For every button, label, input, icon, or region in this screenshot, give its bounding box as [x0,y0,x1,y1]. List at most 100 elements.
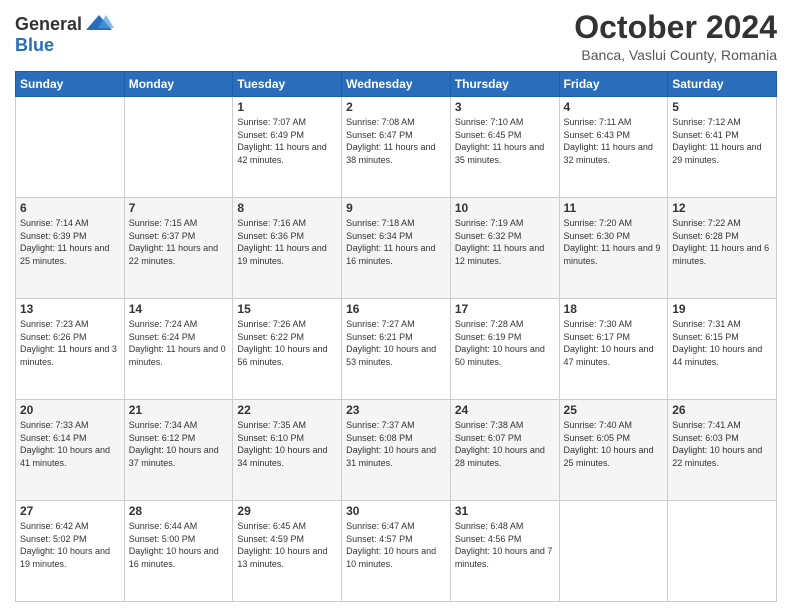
day-number: 30 [346,504,446,518]
day-number: 19 [672,302,772,316]
calendar-cell: 28Sunrise: 6:44 AMSunset: 5:00 PMDayligh… [124,501,233,602]
calendar-cell: 26 Sunrise: 7:41 AMSunset: 6:03 PMDayligh… [668,400,777,501]
calendar-cell: 2 Sunrise: 7:08 AMSunset: 6:47 PMDaylight… [342,97,451,198]
day-info: Sunrise: 7:31 AMSunset: 6:15 PMDaylight:… [672,318,772,368]
day-number: 27 [20,504,120,518]
day-number: 13 [20,302,120,316]
day-number: 2 [346,100,446,114]
calendar-cell: 14Sunrise: 7:24 AMSunset: 6:24 PMDayligh… [124,299,233,400]
day-number: 20 [20,403,120,417]
day-number: 3 [455,100,555,114]
calendar-cell: 24 Sunrise: 7:38 AMSunset: 6:07 PMDayligh… [450,400,559,501]
day-number: 7 [129,201,229,215]
day-number: 29 [237,504,337,518]
header-sunday: Sunday [16,72,125,97]
day-info: Sunrise: 7:19 AMSunset: 6:32 PMDaylight:… [455,217,555,267]
day-number: 4 [564,100,664,114]
page: General Blue October 2024 Banca, Vaslui … [0,0,792,612]
calendar-cell: 4 Sunrise: 7:11 AMSunset: 6:43 PMDaylight… [559,97,668,198]
day-number: 10 [455,201,555,215]
day-number: 6 [20,201,120,215]
calendar-cell: 16Sunrise: 7:27 AMSunset: 6:21 PMDayligh… [342,299,451,400]
day-info: Sunrise: 7:07 AMSunset: 6:49 PMDaylight:… [237,116,337,166]
calendar-cell [124,97,233,198]
day-info: Sunrise: 7:14 AMSunset: 6:39 PMDaylight:… [20,217,120,267]
day-info: Sunrise: 7:11 AMSunset: 6:43 PMDaylight:… [564,116,664,166]
calendar-cell: 15 Sunrise: 7:26 AMSunset: 6:22 PMDayligh… [233,299,342,400]
day-info: Sunrise: 6:47 AMSunset: 4:57 PMDaylight:… [346,520,446,570]
calendar-cell: 12 Sunrise: 7:22 AMSunset: 6:28 PMDayligh… [668,198,777,299]
logo-general-text: General [15,15,82,35]
day-info: Sunrise: 7:37 AMSunset: 6:08 PMDaylight:… [346,419,446,469]
header-wednesday: Wednesday [342,72,451,97]
calendar-cell: 7 Sunrise: 7:15 AMSunset: 6:37 PMDaylight… [124,198,233,299]
day-info: Sunrise: 7:27 AMSunset: 6:21 PMDaylight:… [346,318,446,368]
header-monday: Monday [124,72,233,97]
calendar-cell [559,501,668,602]
title-block: October 2024 Banca, Vaslui County, Roman… [574,10,777,63]
day-info: Sunrise: 7:23 AMSunset: 6:26 PMDaylight:… [20,318,120,368]
header: General Blue October 2024 Banca, Vaslui … [15,10,777,63]
calendar-cell: 23 Sunrise: 7:37 AMSunset: 6:08 PMDayligh… [342,400,451,501]
calendar-cell: 20 Sunrise: 7:33 AMSunset: 6:14 PMDayligh… [16,400,125,501]
calendar-cell: 8 Sunrise: 7:16 AMSunset: 6:36 PMDaylight… [233,198,342,299]
day-info: Sunrise: 7:30 AMSunset: 6:17 PMDaylight:… [564,318,664,368]
calendar-cell: 3 Sunrise: 7:10 AMSunset: 6:45 PMDaylight… [450,97,559,198]
day-number: 18 [564,302,664,316]
calendar-cell: 21Sunrise: 7:34 AMSunset: 6:12 PMDayligh… [124,400,233,501]
day-number: 11 [564,201,664,215]
day-number: 8 [237,201,337,215]
day-info: Sunrise: 7:08 AMSunset: 6:47 PMDaylight:… [346,116,446,166]
day-info: Sunrise: 7:22 AMSunset: 6:28 PMDaylight:… [672,217,772,267]
day-number: 1 [237,100,337,114]
calendar-header-row: Sunday Monday Tuesday Wednesday Thursday… [16,72,777,97]
day-number: 15 [237,302,337,316]
day-number: 9 [346,201,446,215]
day-number: 25 [564,403,664,417]
calendar-cell: 25 Sunrise: 7:40 AMSunset: 6:05 PMDayligh… [559,400,668,501]
calendar-cell: 29Sunrise: 6:45 AMSunset: 4:59 PMDayligh… [233,501,342,602]
day-info: Sunrise: 7:20 AMSunset: 6:30 PMDaylight:… [564,217,664,267]
calendar-cell: 13 Sunrise: 7:23 AMSunset: 6:26 PMDayligh… [16,299,125,400]
day-info: Sunrise: 7:26 AMSunset: 6:22 PMDaylight:… [237,318,337,368]
day-info: Sunrise: 7:35 AMSunset: 6:10 PMDaylight:… [237,419,337,469]
day-number: 26 [672,403,772,417]
logo-icon [84,10,114,40]
calendar-cell: 18 Sunrise: 7:30 AMSunset: 6:17 PMDayligh… [559,299,668,400]
calendar-cell: 1 Sunrise: 7:07 AMSunset: 6:49 PMDaylight… [233,97,342,198]
day-info: Sunrise: 6:42 AMSunset: 5:02 PMDaylight:… [20,520,120,570]
calendar-cell: 17 Sunrise: 7:28 AMSunset: 6:19 PMDayligh… [450,299,559,400]
header-friday: Friday [559,72,668,97]
day-info: Sunrise: 7:28 AMSunset: 6:19 PMDaylight:… [455,318,555,368]
calendar-cell: 11 Sunrise: 7:20 AMSunset: 6:30 PMDayligh… [559,198,668,299]
calendar-cell: 27 Sunrise: 6:42 AMSunset: 5:02 PMDayligh… [16,501,125,602]
day-info: Sunrise: 7:24 AMSunset: 6:24 PMDaylight:… [129,318,229,368]
day-info: Sunrise: 6:48 AMSunset: 4:56 PMDaylight:… [455,520,555,570]
day-number: 17 [455,302,555,316]
day-info: Sunrise: 7:15 AMSunset: 6:37 PMDaylight:… [129,217,229,267]
day-number: 31 [455,504,555,518]
calendar-cell [16,97,125,198]
day-info: Sunrise: 6:44 AMSunset: 5:00 PMDaylight:… [129,520,229,570]
day-number: 24 [455,403,555,417]
day-number: 12 [672,201,772,215]
day-info: Sunrise: 7:33 AMSunset: 6:14 PMDaylight:… [20,419,120,469]
day-info: Sunrise: 7:10 AMSunset: 6:45 PMDaylight:… [455,116,555,166]
day-info: Sunrise: 7:41 AMSunset: 6:03 PMDaylight:… [672,419,772,469]
day-number: 21 [129,403,229,417]
month-title: October 2024 [574,10,777,45]
day-info: Sunrise: 7:38 AMSunset: 6:07 PMDaylight:… [455,419,555,469]
calendar-cell: 5Sunrise: 7:12 AMSunset: 6:41 PMDaylight… [668,97,777,198]
calendar-cell: 22 Sunrise: 7:35 AMSunset: 6:10 PMDayligh… [233,400,342,501]
day-info: Sunrise: 7:16 AMSunset: 6:36 PMDaylight:… [237,217,337,267]
calendar-cell [668,501,777,602]
day-number: 22 [237,403,337,417]
location: Banca, Vaslui County, Romania [574,47,777,63]
day-info: Sunrise: 7:12 AMSunset: 6:41 PMDaylight:… [672,116,772,166]
day-info: Sunrise: 7:40 AMSunset: 6:05 PMDaylight:… [564,419,664,469]
day-number: 23 [346,403,446,417]
calendar-cell: 30 Sunrise: 6:47 AMSunset: 4:57 PMDayligh… [342,501,451,602]
day-info: Sunrise: 7:18 AMSunset: 6:34 PMDaylight:… [346,217,446,267]
calendar-cell: 9 Sunrise: 7:18 AMSunset: 6:34 PMDaylight… [342,198,451,299]
logo-blue-text: Blue [15,35,54,55]
